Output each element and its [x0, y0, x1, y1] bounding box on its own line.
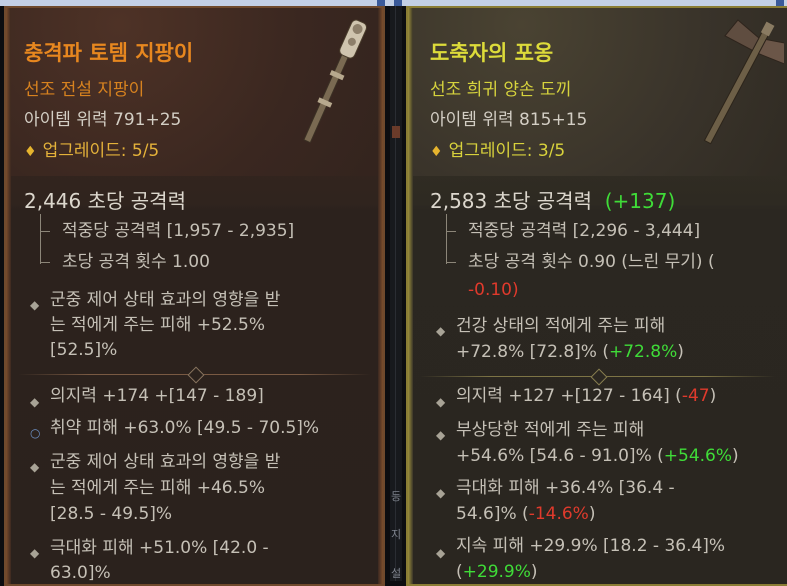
upgrade-label: 업그레이드: 5/5 — [42, 141, 160, 161]
upgrade-status: ♦ 업그레이드: 3/5 — [430, 141, 565, 162]
affix-crit-damage-line: 54.6]% (-14.6%) — [456, 504, 595, 524]
affix-crit-damage-line: 극대화 피해 +51.0% [42.0 - — [50, 538, 269, 558]
affix-dot-open: ( — [456, 562, 463, 582]
axe-icon — [703, 19, 784, 145]
tree-branch — [40, 262, 50, 263]
affix-crit-damage-line: 극대화 피해 +36.4% [36.4 - — [456, 478, 675, 498]
affix-injured-damage-line: 부상당한 적에게 주는 피해 — [456, 420, 645, 440]
implicit-affix-line: 건강 상태의 적에게 주는 피해 — [456, 316, 666, 336]
attacks-per-second: 초당 공격 횟수 0.90 (느린 무기) ( — [468, 252, 715, 272]
attacks-per-second: 초당 공격 횟수 1.00 — [62, 252, 210, 272]
implicit-bullet-icon: ◆ — [30, 298, 40, 312]
affix-dot-damage-line: 지속 피해 +29.9% [18.2 - 36.4]% — [456, 536, 726, 556]
implicit-affix-line: 군중 제어 상태 효과의 영향을 받 — [50, 290, 281, 310]
tree-branch — [446, 262, 456, 263]
damage-per-hit: 적중당 공격력 [2,296 - 3,444] — [468, 221, 701, 241]
affix-willpower-close: ) — [709, 386, 717, 406]
damage-per-hit: 적중당 공격력 [1,957 - 2,935] — [62, 221, 295, 241]
affix-bullet-icon: ◆ — [30, 546, 40, 560]
affix-crit-text: 54.6]% ( — [456, 504, 529, 524]
affix-bullet-icon: ◆ — [436, 486, 446, 500]
diamond-icon: ♦ — [24, 144, 37, 160]
affix-bullet-icon: ◆ — [436, 428, 446, 442]
tree-branch — [446, 231, 456, 232]
section-divider — [18, 366, 371, 384]
implicit-affix-line: [52.5]% — [50, 340, 118, 360]
affix-dot-diff: +29.9% — [462, 562, 531, 582]
affix-injured-diff: +54.6% — [663, 446, 733, 466]
dps-row: 2,583 초당 공격력 (+137) — [430, 189, 675, 213]
side-label-char: 설 — [390, 567, 402, 580]
item-rarity-type: 선조 희귀 양손 도끼 — [430, 80, 572, 100]
attacks-per-second-diff: -0.10) — [468, 280, 519, 300]
item-tooltip-right: 도축자의 포옹 선조 희귀 양손 도끼 아이템 위력 815+15 ♦ 업그레이드… — [406, 6, 787, 586]
stat-tree-line — [446, 214, 447, 264]
affix-bullet-icon: ◆ — [30, 460, 40, 474]
item-rarity-type: 선조 전설 지팡이 — [24, 80, 145, 100]
affix-bullet-icon: ◆ — [30, 395, 40, 409]
staff-icon — [303, 19, 368, 144]
affix-injured-text: +54.6% [54.6 - 91.0]% ( — [456, 446, 664, 466]
affix-bullet-icon: ◆ — [436, 546, 446, 560]
affix-crit-close: ) — [588, 504, 596, 524]
panel-separator: 등 지 설 — [390, 6, 402, 581]
panel-edge — [378, 8, 383, 584]
affix-bullet-icon: ◆ — [436, 395, 446, 409]
item-power: 아이템 위력 791+25 — [24, 110, 182, 130]
affix-injured-damage-line: +54.6% [54.6 - 91.0]% (+54.6%) — [456, 446, 739, 466]
affix-willpower: 의지력 +174 +[147 - 189] — [50, 386, 264, 406]
tree-branch — [40, 231, 50, 232]
affix-dot-close: ) — [530, 562, 538, 582]
implicit-affix-line: 는 적에게 주는 피해 +52.5% — [50, 315, 265, 335]
affix-cc-damage-line: 군중 제어 상태 효과의 영향을 받 — [50, 452, 281, 472]
panel-edge — [408, 8, 413, 584]
item-name: 도축자의 포옹 — [430, 41, 554, 65]
affix-injured-close: ) — [732, 446, 739, 466]
dps-value: 2,583 초당 공격력 — [430, 189, 592, 213]
implicit-bullet-icon: ◆ — [436, 324, 446, 338]
affix-cc-damage-line: 는 적에게 주는 피해 +46.5% — [50, 478, 265, 498]
dps-value: 2,446 초당 공격력 — [24, 189, 186, 213]
side-label-char: 등 — [390, 490, 402, 503]
affix-dot-damage-line: (+29.9%) — [456, 562, 538, 582]
greater-affix-ring-icon: ○ — [30, 426, 41, 440]
divider-ornament — [590, 368, 607, 386]
implicit-affix-line: +72.8% [72.8]% (+72.8%) — [456, 342, 684, 362]
implicit-affix-text: +72.8% [72.8]% ( — [456, 342, 609, 362]
side-tab-button[interactable] — [392, 126, 400, 138]
affix-cc-damage-line: [28.5 - 49.5]% — [50, 504, 173, 524]
dps-diff-value: (+137) — [604, 189, 676, 213]
implicit-affix-diff: +72.8% — [608, 342, 678, 362]
affix-willpower: 의지력 +127 +[127 - 164] (-47) — [456, 386, 716, 406]
upgrade-status: ♦ 업그레이드: 5/5 — [24, 141, 159, 162]
affix-crit-diff: -14.6% — [528, 504, 589, 524]
affix-crit-damage-line: 63.0]% — [50, 563, 111, 583]
affix-vulnerable-damage: 취약 피해 +63.0% [49.5 - 70.5]% — [50, 418, 320, 438]
divider-ornament — [187, 366, 204, 384]
affix-willpower-text: 의지력 +127 +[127 - 164] ( — [456, 386, 682, 406]
dps-diff: (+137) — [605, 189, 676, 213]
affix-willpower-diff: -47 — [681, 386, 710, 406]
side-label-char: 지 — [390, 528, 402, 541]
item-name: 충격파 토템 지팡이 — [24, 41, 194, 65]
upgrade-label: 업그레이드: 3/5 — [448, 141, 566, 161]
item-power: 아이템 위력 815+15 — [430, 110, 588, 130]
diamond-icon: ♦ — [430, 144, 443, 160]
panel-edge — [6, 8, 11, 584]
section-divider — [420, 368, 775, 386]
item-tooltip-left: 충격파 토템 지팡이 선조 전설 지팡이 아이템 위력 791+25 ♦ 업그레이… — [4, 6, 385, 586]
stat-tree-line — [40, 214, 41, 264]
implicit-affix-close: ) — [677, 342, 684, 362]
